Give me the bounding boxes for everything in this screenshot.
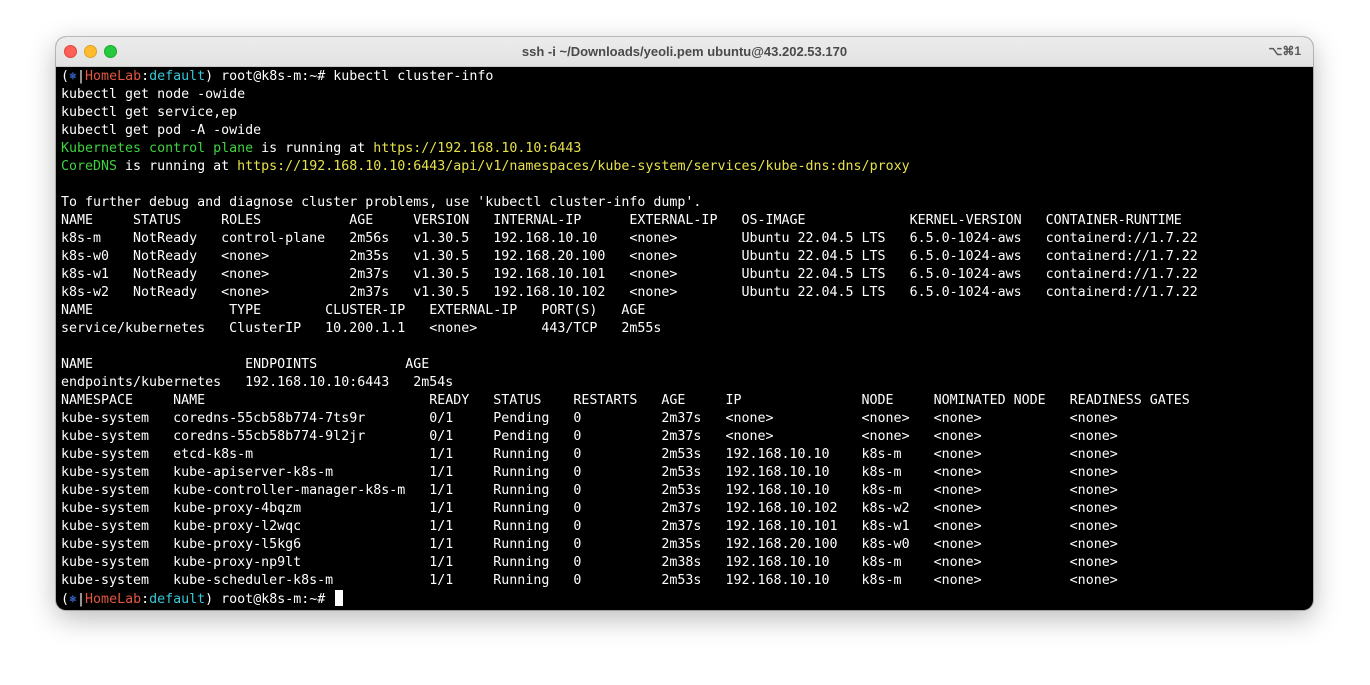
prompt-user-host: ) root@k8s-m:~#: [205, 69, 334, 84]
cluster-info-coredns: CoreDNS is running at https://192.168.10…: [61, 158, 1313, 176]
status-text: is running at: [253, 141, 374, 156]
node-row: k8s-w2 NotReady <none> 2m37s v1.30.5 192…: [61, 285, 1198, 300]
node-row: k8s-m NotReady control-plane 2m56s v1.30…: [61, 231, 1198, 246]
coredns-url[interactable]: https://192.168.10.10:6443/api/v1/namesp…: [237, 159, 909, 174]
kubernetes-helm-icon: ⎈: [69, 69, 78, 84]
endpoint-row: endpoints/kubernetes 192.168.10.10:6443 …: [61, 375, 454, 390]
service-row: service/kubernetes ClusterIP 10.200.1.1 …: [61, 321, 662, 336]
terminal-output[interactable]: (⎈|HomeLab:default) root@k8s-m:~# kubect…: [61, 68, 1313, 610]
command-line: kubectl get service,ep: [61, 105, 238, 120]
pod-row: kube-system kube-controller-manager-k8s-…: [61, 483, 1118, 498]
control-plane-url[interactable]: https://192.168.10.10:6443: [373, 141, 581, 156]
prompt-line[interactable]: (⎈|HomeLab:default) root@k8s-m:~#: [61, 590, 1313, 608]
kube-namespace: default: [149, 592, 206, 607]
services-header: NAME TYPE CLUSTER-IP EXTERNAL-IP PORT(S)…: [61, 303, 646, 318]
pod-row: kube-system kube-proxy-np9lt 1/1 Running…: [61, 555, 1118, 570]
coredns-label: CoreDNS: [61, 159, 118, 174]
pod-row: kube-system kube-proxy-4bqzm 1/1 Running…: [61, 501, 1118, 516]
terminal-window: ssh -i ~/Downloads/yeoli.pem ubuntu@43.2…: [56, 37, 1313, 610]
debug-hint: To further debug and diagnose cluster pr…: [61, 195, 702, 210]
text-cursor: [335, 590, 344, 606]
command-line: kubectl cluster-info: [333, 69, 494, 84]
prompt-colon: :: [141, 592, 150, 607]
title-bar: ssh -i ~/Downloads/yeoli.pem ubuntu@43.2…: [56, 37, 1313, 67]
command-line: kubectl get pod -A -owide: [61, 123, 262, 138]
pod-row: kube-system kube-proxy-l2wqc 1/1 Running…: [61, 519, 1118, 534]
node-row: k8s-w0 NotReady <none> 2m35s v1.30.5 192…: [61, 249, 1198, 264]
pod-row: kube-system kube-scheduler-k8s-m 1/1 Run…: [61, 573, 1118, 588]
prompt-open: (: [61, 69, 70, 84]
nodes-header: NAME STATUS ROLES AGE VERSION INTERNAL-I…: [61, 213, 1182, 228]
kubernetes-helm-icon: ⎈: [69, 592, 78, 607]
pod-row: kube-system coredns-55cb58b774-9l2jr 0/1…: [61, 429, 1118, 444]
kube-namespace: default: [149, 69, 206, 84]
prompt-separator: |: [77, 592, 86, 607]
pods-header: NAMESPACE NAME READY STATUS RESTARTS AGE…: [61, 393, 1190, 408]
pod-row: kube-system coredns-55cb58b774-7ts9r 0/1…: [61, 411, 1118, 426]
prompt-separator: |: [77, 69, 86, 84]
window-title: ssh -i ~/Downloads/yeoli.pem ubuntu@43.2…: [521, 44, 848, 59]
window-shortcut: ⌥⌘1: [1268, 44, 1301, 58]
pod-row: kube-system etcd-k8s-m 1/1 Running 0 2m5…: [61, 447, 1118, 462]
kube-context: HomeLab: [85, 592, 142, 607]
command-line: kubectl get node -owide: [61, 87, 246, 102]
cluster-info-control-plane: Kubernetes control plane is running at h…: [61, 140, 1313, 158]
prompt-open: (: [61, 592, 70, 607]
status-text: is running at: [117, 159, 238, 174]
prompt-colon: :: [141, 69, 150, 84]
control-plane-label: Kubernetes control plane: [61, 141, 254, 156]
pod-row: kube-system kube-apiserver-k8s-m 1/1 Run…: [61, 465, 1118, 480]
kube-context: HomeLab: [85, 69, 142, 84]
pod-row: kube-system kube-proxy-l5kg6 1/1 Running…: [61, 537, 1118, 552]
prompt-user-host: ) root@k8s-m:~#: [205, 592, 334, 607]
node-row: k8s-w1 NotReady <none> 2m37s v1.30.5 192…: [61, 267, 1198, 282]
prompt-line: (⎈|HomeLab:default) root@k8s-m:~# kubect…: [61, 68, 1313, 86]
endpoints-header: NAME ENDPOINTS AGE: [61, 357, 430, 372]
